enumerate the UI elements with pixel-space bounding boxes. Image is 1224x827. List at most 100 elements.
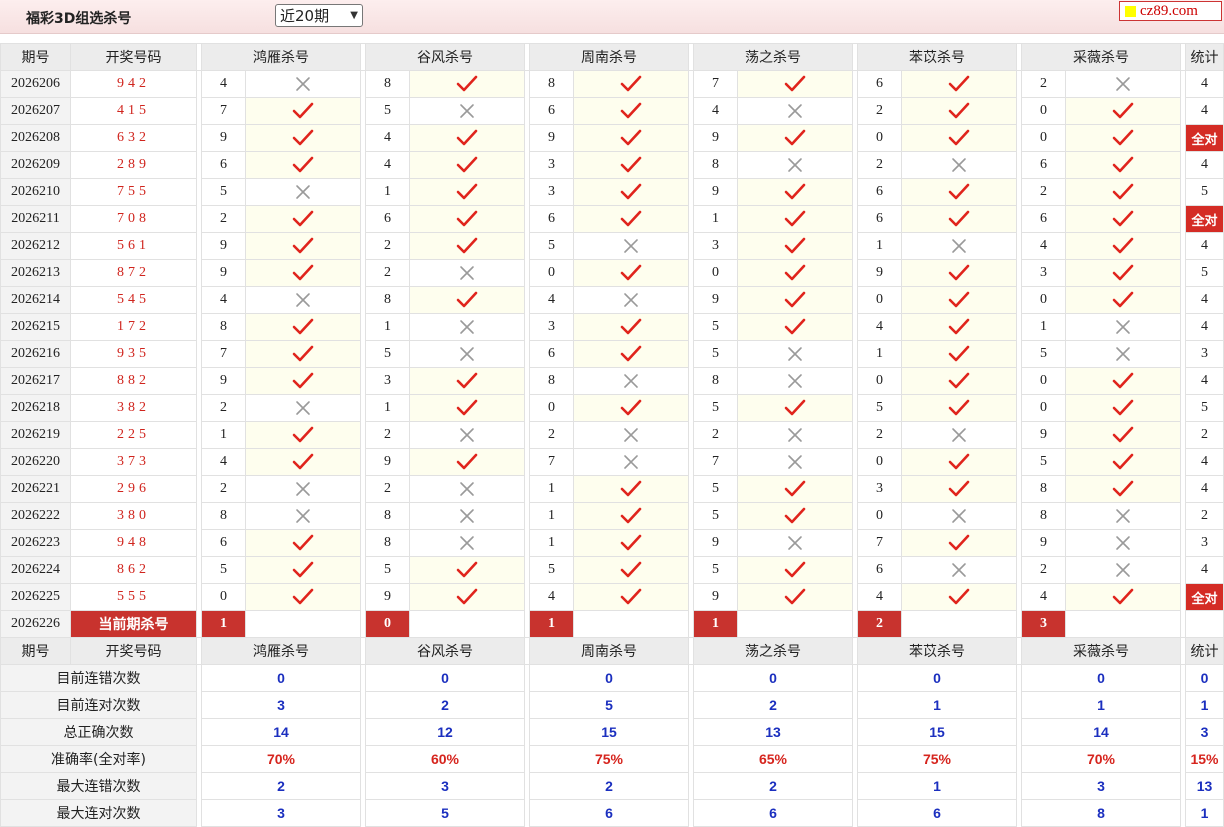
issue-cell: 2026219 (0, 421, 71, 449)
cross-icon (409, 529, 525, 557)
page-title: 福彩3D组选杀号 (26, 11, 132, 27)
check-icon (1065, 394, 1181, 422)
check-icon (409, 232, 525, 260)
issue-cell: 2026222 (0, 502, 71, 530)
kill-number-cell: 0 (857, 502, 902, 530)
check-icon (737, 502, 853, 530)
kill-number-cell: 8 (365, 286, 410, 314)
summary-row: 总正确次数 14 12 15 13 15 14 3 (0, 718, 1224, 746)
cross-icon (573, 367, 689, 395)
summary-value: 8 (1021, 799, 1181, 827)
cross-icon (409, 340, 525, 368)
summary-row: 最大连错次数 2 3 2 2 1 3 13 (0, 772, 1224, 800)
table-row: 2026211 708 2 6 6 1 6 6 全对 (0, 205, 1224, 233)
kill-number-cell: 8 (365, 502, 410, 530)
check-icon (901, 286, 1017, 314)
kill-number-cell: 0 (529, 259, 574, 287)
table-row: 2026210 755 5 1 3 9 6 2 5 (0, 178, 1224, 206)
check-icon (245, 205, 361, 233)
kill-number-cell: 1 (201, 421, 246, 449)
kill-number-cell: 6 (529, 205, 574, 233)
col-expert: 苯苡杀号 (857, 43, 1017, 71)
kill-number-cell: 2 (857, 151, 902, 179)
kill-number-cell: 0 (1021, 97, 1066, 125)
draw-number-cell: 415 (70, 97, 197, 125)
cross-icon (901, 556, 1017, 584)
cross-icon (409, 97, 525, 125)
kill-number-cell: 4 (693, 97, 738, 125)
summary-label: 总正确次数 (0, 718, 197, 746)
kill-number-cell: 2 (365, 232, 410, 260)
summary-stat: 13 (1185, 772, 1224, 800)
issue-cell: 2026210 (0, 178, 71, 206)
issue-cell: 2026206 (0, 70, 71, 98)
kill-number-cell: 4 (529, 583, 574, 611)
draw-number-cell: 382 (70, 394, 197, 422)
current-empty-cell (245, 610, 361, 638)
check-icon (573, 205, 689, 233)
summary-value: 2 (693, 691, 853, 719)
kill-number-cell: 2 (1021, 178, 1066, 206)
kill-number-cell: 0 (529, 394, 574, 422)
kill-number-cell: 4 (857, 313, 902, 341)
kill-number-cell: 0 (1021, 394, 1066, 422)
summary-value: 6 (857, 799, 1017, 827)
check-icon (737, 394, 853, 422)
kill-number-cell: 5 (693, 394, 738, 422)
col-expert: 采薇杀号 (1021, 43, 1181, 71)
check-icon (737, 556, 853, 584)
summary-row: 目前连错次数 0 0 0 0 0 0 0 (0, 664, 1224, 692)
table-row: 2026225 555 0 9 4 9 4 4 全对 (0, 583, 1224, 611)
kill-number-cell: 0 (1021, 124, 1066, 152)
kill-number-cell: 8 (365, 70, 410, 98)
check-icon (901, 97, 1017, 125)
kill-number-cell: 9 (693, 529, 738, 557)
stat-cell: 4 (1185, 232, 1224, 260)
kill-number-cell: 5 (693, 502, 738, 530)
table-row: 2026212 561 9 2 5 3 1 4 4 (0, 232, 1224, 260)
kill-number-cell: 0 (857, 286, 902, 314)
draw-number-cell: 545 (70, 286, 197, 314)
kill-number-cell: 6 (857, 205, 902, 233)
site-logo[interactable]: cz89.com (1119, 1, 1222, 21)
issue-cell: 2026211 (0, 205, 71, 233)
kill-number-cell: 3 (365, 367, 410, 395)
check-icon (245, 448, 361, 476)
check-icon (245, 259, 361, 287)
kill-number-cell: 4 (201, 70, 246, 98)
kill-number-cell: 9 (693, 178, 738, 206)
kill-number-cell: 5 (365, 340, 410, 368)
kill-number-cell: 0 (857, 367, 902, 395)
col-expert: 谷风杀号 (365, 637, 525, 665)
kill-number-cell: 1 (365, 313, 410, 341)
kill-number-cell: 1 (857, 232, 902, 260)
col-expert: 周南杀号 (529, 637, 689, 665)
stat-cell: 4 (1185, 475, 1224, 503)
issue-cell: 2026213 (0, 259, 71, 287)
check-icon (901, 475, 1017, 503)
check-icon (901, 124, 1017, 152)
draw-number-cell: 561 (70, 232, 197, 260)
kill-number-cell: 4 (201, 286, 246, 314)
kill-number-cell: 6 (201, 529, 246, 557)
kill-number-cell: 0 (857, 124, 902, 152)
cross-icon (737, 97, 853, 125)
current-kill-number: 1 (201, 610, 246, 638)
kill-number-cell: 7 (529, 448, 574, 476)
kill-number-cell: 6 (1021, 205, 1066, 233)
draw-number-cell: 172 (70, 313, 197, 341)
kill-number-cell: 2 (529, 421, 574, 449)
table-row: 2026221 296 2 2 1 5 3 8 4 (0, 475, 1224, 503)
cross-icon (901, 232, 1017, 260)
check-icon (901, 394, 1017, 422)
check-icon (409, 367, 525, 395)
draw-number-cell: 708 (70, 205, 197, 233)
kill-number-cell: 1 (365, 178, 410, 206)
draw-number-cell: 948 (70, 529, 197, 557)
stat-cell: 4 (1185, 556, 1224, 584)
check-icon (737, 313, 853, 341)
draw-number-cell: 373 (70, 448, 197, 476)
period-select[interactable]: 近20期 ▼ (275, 4, 363, 27)
check-icon (1065, 178, 1181, 206)
check-icon (1065, 232, 1181, 260)
